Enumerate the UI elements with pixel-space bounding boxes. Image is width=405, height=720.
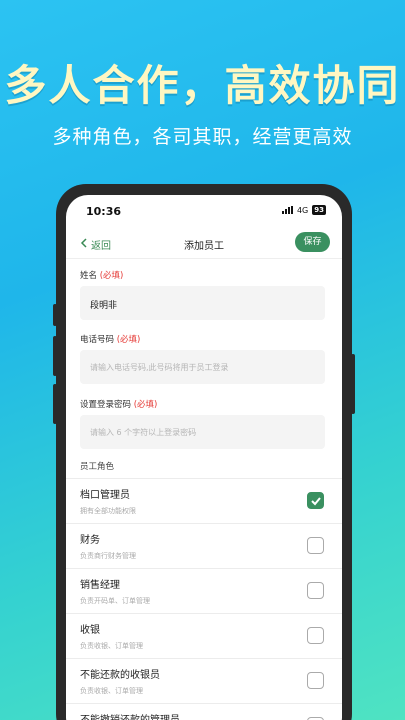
status-icons: 4G 93 <box>281 205 326 215</box>
required-mark: (必填) <box>133 400 158 410</box>
save-button[interactable]: 保存 <box>295 232 330 252</box>
phone-side-button <box>53 336 57 376</box>
role-name: 销售经理 <box>80 580 120 591</box>
role-name: 财务 <box>80 535 100 546</box>
role-description: 负责收银、订单管理 <box>80 642 143 650</box>
phone-side-button <box>53 304 57 326</box>
status-time: 10:36 <box>86 205 122 218</box>
role-row[interactable]: 档口管理员拥有全部功能权限 <box>66 478 342 523</box>
role-row[interactable]: 财务负责商行财务管理 <box>66 523 342 568</box>
role-name: 不能撤销还款的管理员 <box>80 711 180 720</box>
checkbox-checked-icon[interactable] <box>307 492 324 509</box>
phone-power-button <box>351 354 355 414</box>
role-row[interactable]: 不能还款的收银员 负责收银、订单管理 <box>66 658 342 703</box>
roles-section-label: 员工角色 <box>80 462 115 472</box>
app-screen: 10:36 4G 93 返回 添加员工 保存 姓名 (必填) 段明非 电话号码 <box>66 195 342 720</box>
checkbox-icon[interactable] <box>307 582 324 599</box>
checkbox-icon[interactable] <box>307 537 324 554</box>
role-name: 收银 <box>80 625 100 636</box>
promo-headline: 多人合作，高效协同 <box>4 61 401 110</box>
name-input[interactable]: 段明非 <box>80 286 325 320</box>
name-label-text: 姓名 <box>80 271 98 281</box>
battery-icon: 93 <box>312 205 326 215</box>
role-row[interactable]: 不能撤销还款的管理员 <box>66 703 342 720</box>
role-row[interactable]: 收银负责收银、订单管理 <box>66 613 342 658</box>
role-description: 负责商行财务管理 <box>80 552 136 560</box>
checkbox-icon[interactable] <box>307 627 324 644</box>
phone-frame: 10:36 4G 93 返回 添加员工 保存 姓名 (必填) 段明非 电话号码 <box>53 184 355 720</box>
password-label-text: 设置登录密码 <box>80 400 132 410</box>
role-name: 不能还款的收银员 <box>80 670 160 681</box>
nav-bar: 返回 添加员工 保存 <box>66 229 342 259</box>
phone-input[interactable]: 请输入电话号码,此号码将用于员工登录 <box>80 350 325 384</box>
role-description: 拥有全部功能权限 <box>80 507 136 515</box>
password-input[interactable]: 请输入 6 个字符以上登录密码 <box>80 415 325 449</box>
role-name: 档口管理员 <box>80 490 130 501</box>
network-label: 4G <box>296 205 309 215</box>
role-description: 负责收银、订单管理 <box>80 687 143 695</box>
phone-label: 电话号码 (必填) <box>80 333 140 345</box>
phone-side-button <box>53 384 57 424</box>
status-bar: 10:36 4G 93 <box>66 195 342 227</box>
required-mark: (必填) <box>99 271 124 281</box>
role-description: 负责开码单、订单管理 <box>80 597 150 605</box>
role-row[interactable]: 销售经理负责开码单、订单管理 <box>66 568 342 613</box>
phone-label-text: 电话号码 <box>80 335 115 345</box>
signal-icon <box>281 206 293 214</box>
promo-subline: 多种角色，各司其职，经营更高效 <box>52 126 353 148</box>
password-label: 设置登录密码 (必填) <box>80 398 157 410</box>
required-mark: (必填) <box>116 335 141 345</box>
checkbox-icon[interactable] <box>307 672 324 689</box>
name-label: 姓名 (必填) <box>80 269 123 281</box>
